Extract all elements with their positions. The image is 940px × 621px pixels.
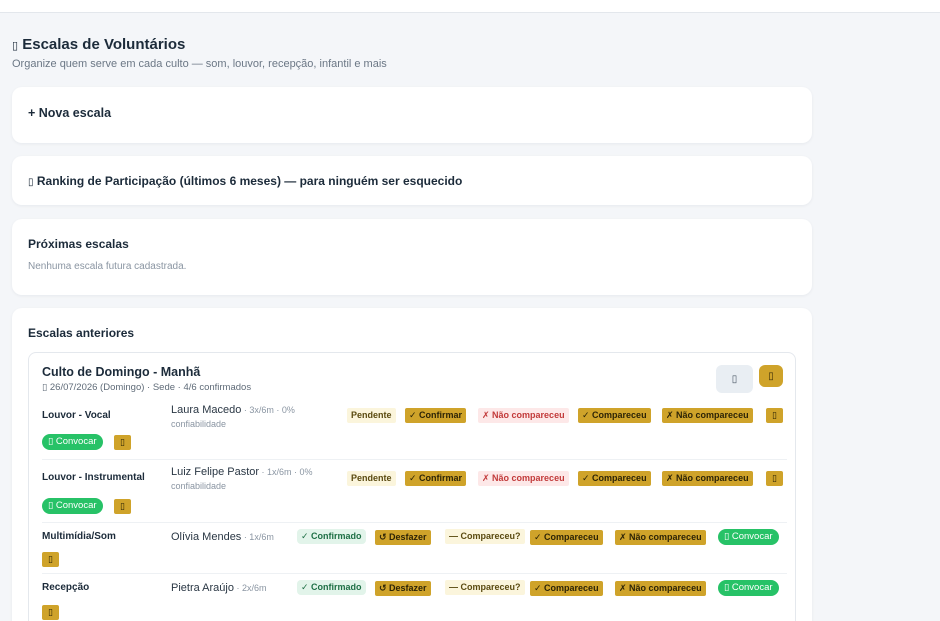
invite-button[interactable]: ▯ Convocar	[42, 498, 103, 514]
message-icon: ▯	[48, 554, 53, 564]
undo-button[interactable]: ↺ Desfazer	[375, 530, 431, 545]
volunteer-name: Pietra Araújo · 2x/6m	[171, 582, 267, 594]
volunteer-name: Luiz Felipe Pastor · 1x/6m · 0% confiabi…	[171, 466, 313, 491]
no-show-button[interactable]: ✗ Não compareceu	[478, 408, 569, 423]
attended-button[interactable]: ✓ Compareceu	[578, 471, 651, 486]
invite-button[interactable]: ▯ Convocar	[718, 580, 779, 596]
volunteer-name: Olívia Mendes · 1x/6m	[171, 531, 274, 543]
trash-icon: ▯	[772, 473, 777, 483]
page-title: ▯ Escalas de Voluntários	[12, 36, 186, 53]
page: ▯ Escalas de Voluntários Organize quem s…	[12, 34, 812, 621]
remove-volunteer-button[interactable]: ▯	[766, 408, 783, 423]
schedule-item: Culto de Domingo - Manhã ▯ 26/07/2026 (D…	[28, 352, 796, 621]
message-button[interactable]: ▯	[42, 552, 59, 567]
top-bar	[0, 0, 940, 13]
status-badge: Pendente	[347, 408, 396, 423]
role-label: Louvor - Instrumental	[42, 472, 145, 483]
edit-schedule-button[interactable]: ▯	[716, 365, 753, 393]
upcoming-empty-text: Nenhuma escala futura cadastrada.	[28, 261, 187, 272]
not-attended-button[interactable]: ✗ Não compareceu	[662, 471, 753, 486]
attended-button[interactable]: ✓ Compareceu	[578, 408, 651, 423]
schedule-name: Culto de Domingo - Manhã	[42, 365, 201, 379]
role-label: Recepção	[42, 582, 90, 593]
past-title: Escalas anteriores	[28, 326, 135, 340]
row-divider	[42, 459, 787, 460]
no-show-button[interactable]: ✗ Não compareceu	[478, 471, 569, 486]
not-attended-button[interactable]: ✗ Não compareceu	[662, 408, 753, 423]
delete-schedule-button[interactable]: ▯	[759, 365, 783, 387]
message-icon: ▯	[120, 501, 125, 511]
status-badge: Pendente	[347, 471, 396, 486]
message-icon: ▯	[48, 607, 53, 617]
ranking-card[interactable]: ▯ Ranking de Participação (últimos 6 mes…	[12, 156, 812, 205]
attended-button[interactable]: ✓ Compareceu	[530, 530, 603, 545]
row-divider	[42, 573, 787, 574]
schedule-meta: ▯ 26/07/2026 (Domingo) · Sede · 4/6 conf…	[42, 382, 252, 393]
attendance-question: — Compareceu?	[445, 580, 525, 595]
message-button[interactable]: ▯	[114, 435, 131, 450]
whatsapp-icon: ▯	[48, 500, 54, 511]
confirm-button[interactable]: ✓ Confirmar	[405, 471, 467, 486]
trash-icon: ▯	[768, 370, 774, 382]
page-subtitle: Organize quem serve em cada culto — som,…	[12, 58, 387, 70]
confirm-button[interactable]: ✓ Confirmar	[405, 408, 467, 423]
edit-icon: ▯	[731, 373, 738, 385]
whatsapp-icon: ▯	[48, 436, 54, 447]
whatsapp-icon: ▯	[724, 531, 730, 542]
trophy-icon: ▯	[28, 177, 34, 188]
volunteer-name: Laura Macedo · 3x/6m · 0% confiabilidade	[171, 404, 295, 429]
past-schedules-card: Escalas anteriores Culto de Domingo - Ma…	[12, 308, 812, 621]
message-button[interactable]: ▯	[114, 499, 131, 514]
upcoming-title: Próximas escalas	[28, 237, 129, 251]
row-divider	[42, 522, 787, 523]
trash-icon: ▯	[772, 410, 777, 420]
message-icon: ▯	[120, 437, 125, 447]
undo-button[interactable]: ↺ Desfazer	[375, 581, 431, 596]
attendance-question: — Compareceu?	[445, 529, 525, 544]
invite-button[interactable]: ▯ Convocar	[718, 529, 779, 545]
new-schedule-card[interactable]: + Nova escala	[12, 87, 812, 143]
calendar-icon: ▯	[12, 40, 19, 52]
role-label: Louvor - Vocal	[42, 410, 111, 421]
attended-button[interactable]: ✓ Compareceu	[530, 581, 603, 596]
status-badge: ✓ Confirmado	[297, 580, 366, 595]
not-attended-button[interactable]: ✗ Não compareceu	[615, 581, 706, 596]
status-badge: ✓ Confirmado	[297, 529, 366, 544]
invite-button[interactable]: ▯ Convocar	[42, 434, 103, 450]
message-button[interactable]: ▯	[42, 605, 59, 620]
calendar-icon: ▯	[42, 382, 48, 393]
new-schedule-toggle[interactable]: + Nova escala	[28, 106, 796, 120]
remove-volunteer-button[interactable]: ▯	[766, 471, 783, 486]
role-label: Multimídia/Som	[42, 531, 116, 542]
upcoming-schedules-card: Próximas escalas Nenhuma escala futura c…	[12, 219, 812, 295]
whatsapp-icon: ▯	[724, 582, 730, 593]
not-attended-button[interactable]: ✗ Não compareceu	[615, 530, 706, 545]
ranking-toggle[interactable]: ▯ Ranking de Participação (últimos 6 mes…	[28, 174, 796, 188]
